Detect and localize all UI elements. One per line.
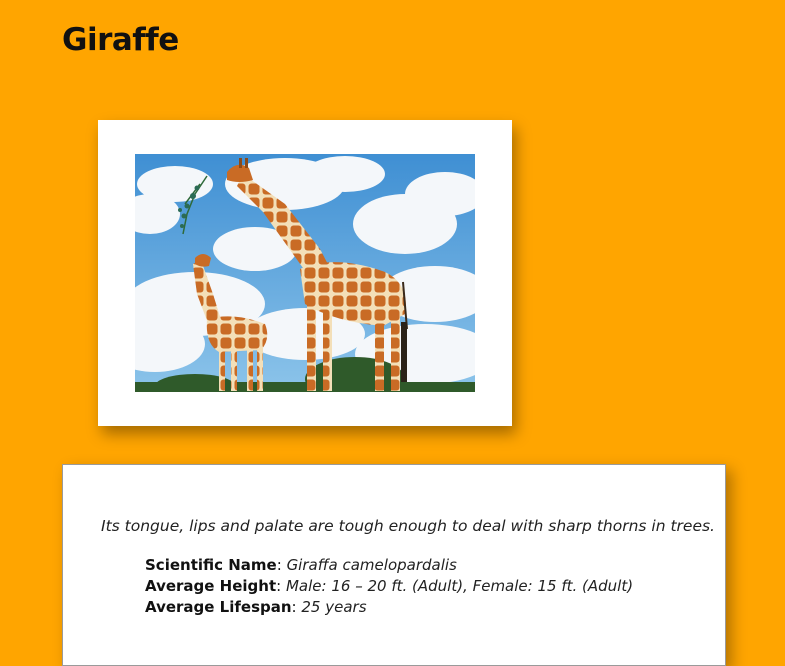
list-item: Average Lifespan: 25 years xyxy=(145,598,367,616)
giraffe-photo xyxy=(135,154,475,392)
average-height-label: Average Height xyxy=(145,577,277,595)
facts-list: Scientific Name: Giraffa camelopardalis … xyxy=(145,555,633,618)
average-lifespan-label: Average Lifespan xyxy=(145,598,292,616)
average-lifespan-value: 25 years xyxy=(301,598,367,616)
fun-fact-text: Its tongue, lips and palate are tough en… xyxy=(101,517,715,535)
list-item: Scientific Name: Giraffa camelopardalis xyxy=(145,556,457,574)
photo-frame xyxy=(98,120,512,426)
list-item: Average Height: Male: 16 – 20 ft. (Adult… xyxy=(145,577,634,595)
scientific-name-label: Scientific Name xyxy=(145,556,277,574)
scientific-name-value: Giraffa camelopardalis xyxy=(286,556,457,574)
info-card: Its tongue, lips and palate are tough en… xyxy=(62,464,726,666)
page-title: Giraffe xyxy=(62,22,179,58)
average-height-value: Male: 16 – 20 ft. (Adult), Female: 15 ft… xyxy=(285,577,634,595)
